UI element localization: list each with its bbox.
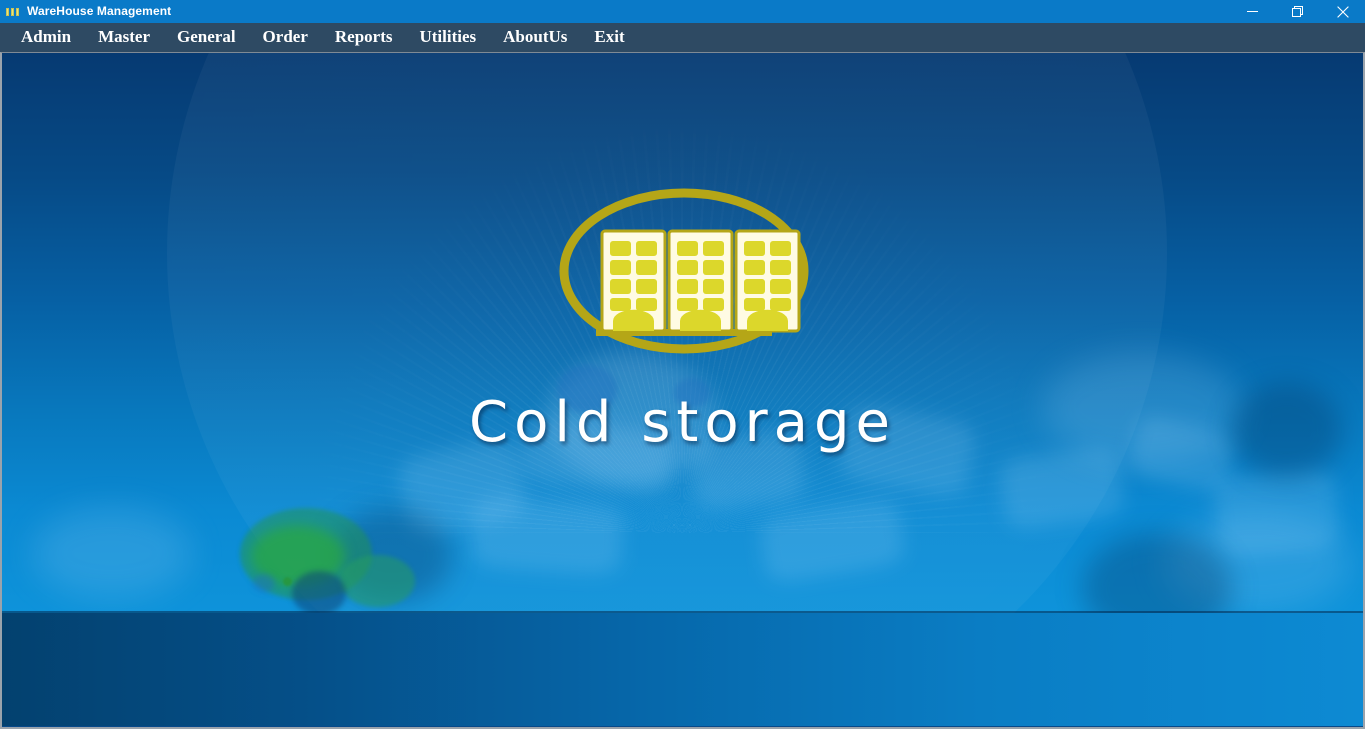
menu-item-reports[interactable]: Reports	[323, 23, 405, 52]
ice-shape	[688, 429, 806, 511]
menu-bar: Admin Master General Order Reports Utili…	[0, 23, 1365, 52]
window-title: WareHouse Management	[27, 4, 172, 18]
green-bokeh	[340, 555, 415, 607]
green-bokeh	[250, 525, 345, 587]
ice-shape	[1125, 411, 1239, 497]
menu-item-order[interactable]: Order	[251, 23, 320, 52]
blue-bokeh	[557, 365, 617, 413]
menu-item-general[interactable]: General	[165, 23, 248, 52]
blue-bokeh	[674, 378, 710, 408]
dark-bokeh	[332, 508, 452, 603]
window-controls	[1230, 0, 1365, 23]
close-button[interactable]	[1320, 0, 1365, 23]
blue-bokeh	[292, 571, 346, 613]
client-area: Cold storage	[0, 52, 1365, 729]
ice-shape	[394, 436, 530, 540]
menu-item-utilities[interactable]: Utilities	[407, 23, 488, 52]
minimize-button[interactable]	[1230, 0, 1275, 23]
three-warehouse-buildings-in-ellipse-logo	[558, 183, 810, 365]
restore-button[interactable]	[1275, 0, 1320, 23]
dark-bokeh	[1232, 383, 1342, 478]
ice-shape	[1042, 353, 1242, 463]
ice-shape	[1162, 513, 1352, 613]
ice-shape	[997, 444, 1127, 532]
light-bokeh	[547, 353, 717, 483]
brand-title: Cold storage	[468, 390, 896, 455]
ice-shape	[469, 495, 625, 577]
splash-background: Cold storage	[2, 53, 1363, 613]
blue-bokeh	[253, 574, 275, 592]
title-bar[interactable]: WareHouse Management	[0, 0, 1365, 23]
warehouse-bars-icon	[5, 4, 21, 20]
ice-shape	[836, 402, 978, 499]
green-bokeh	[240, 508, 372, 600]
ice-shape	[519, 417, 675, 495]
bottom-panel	[2, 613, 1363, 726]
ice-shape	[32, 508, 192, 598]
dark-bokeh	[1082, 533, 1232, 613]
green-bokeh	[283, 577, 292, 586]
menu-item-aboutus[interactable]: AboutUs	[491, 23, 579, 52]
menu-item-exit[interactable]: Exit	[582, 23, 636, 52]
menu-item-master[interactable]: Master	[86, 23, 162, 52]
menu-item-admin[interactable]: Admin	[9, 23, 83, 52]
ice-shape	[1213, 467, 1341, 559]
application-window: WareHouse Management Admin Master Genera…	[0, 0, 1365, 729]
ice-shape	[757, 497, 907, 585]
